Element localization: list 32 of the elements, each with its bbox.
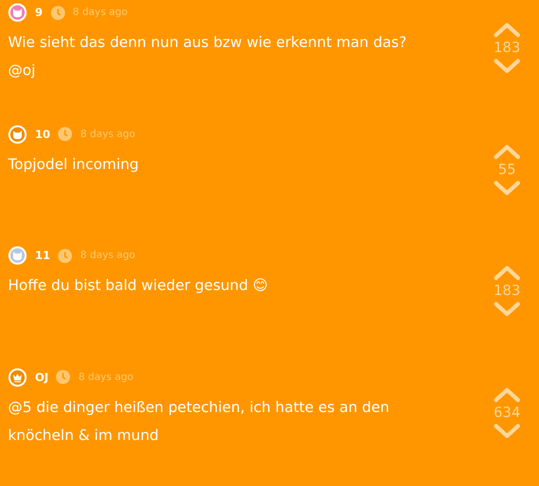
reply-text: Topjodel incoming <box>8 156 140 174</box>
timestamp: 8 days ago <box>80 250 136 261</box>
upvote-icon[interactable] <box>493 22 521 38</box>
reply-text: @5 die dinger heißen petechien, ich hatte es an den knöcheln & im mund <box>8 398 390 446</box>
author-label: OJ <box>35 370 48 384</box>
timestamp: 8 days ago <box>72 7 128 18</box>
clock-icon <box>58 127 72 141</box>
vote-count: 55 <box>498 162 516 178</box>
cat-avatar-icon <box>8 124 27 144</box>
author-label: 9 <box>35 6 43 19</box>
reply-text: Wie sieht das denn nun aus bzw wie erkennt man das? @oj <box>8 34 408 81</box>
timestamp: 8 days ago <box>80 128 136 140</box>
upvote-icon[interactable] <box>493 386 521 402</box>
author-label: 11 <box>35 249 50 262</box>
reply-text: Hoffe du bist bald wieder gesund 😊 <box>8 277 269 296</box>
downvote-icon[interactable] <box>493 180 521 196</box>
cat-avatar-icon <box>8 246 27 265</box>
vote-count: 183 <box>494 40 520 56</box>
timestamp: 8 days ago <box>78 372 134 382</box>
clock-icon <box>50 6 65 20</box>
upvote-icon[interactable] <box>493 144 521 160</box>
clock-icon <box>56 370 70 384</box>
downvote-icon[interactable] <box>493 422 521 438</box>
downvote-icon[interactable] <box>493 301 521 317</box>
vote-count: 634 <box>494 404 520 420</box>
author-label: 10 <box>35 128 50 140</box>
vote-count: 183 <box>494 283 520 299</box>
clock-icon <box>58 248 72 262</box>
downvote-icon[interactable] <box>493 58 521 74</box>
cat-avatar-icon <box>8 3 27 22</box>
crown-avatar-icon <box>8 368 27 386</box>
upvote-icon[interactable] <box>493 265 521 281</box>
